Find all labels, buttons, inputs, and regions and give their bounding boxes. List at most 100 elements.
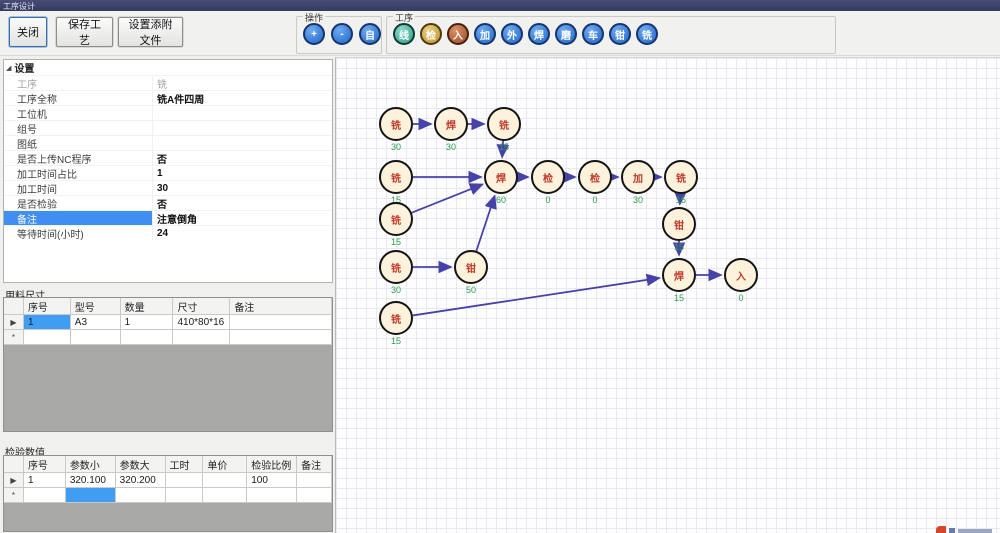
column-header-3[interactable]: 尺寸 [173, 298, 230, 315]
property-row-0[interactable]: 工序铣 [4, 75, 332, 90]
table-cell-empty[interactable] [24, 330, 71, 345]
table-cell-empty[interactable] [247, 488, 297, 503]
process-node-n4[interactable]: 铣 [379, 160, 413, 194]
process-node-n3[interactable]: 铣 [487, 107, 521, 141]
table-cell[interactable]: 1 [24, 473, 66, 488]
property-row-9[interactable]: 备注注意倒角 [4, 210, 332, 225]
table-cell[interactable] [166, 473, 204, 488]
property-row-2[interactable]: 工位机 [4, 105, 332, 120]
table-cell[interactable]: 1 [121, 315, 174, 330]
column-header-0[interactable]: 序号 [24, 298, 71, 315]
property-value[interactable]: 铣 [152, 76, 332, 90]
property-value[interactable]: 24 [152, 226, 332, 240]
table-cell[interactable]: 100 [247, 473, 297, 488]
property-row-4[interactable]: 图纸 [4, 135, 332, 150]
proc-btn-turn[interactable]: 车 [582, 23, 604, 45]
table-cell[interactable] [203, 473, 247, 488]
column-header-4[interactable]: 单价 [203, 456, 247, 473]
table-cell-empty[interactable] [203, 488, 247, 503]
process-node-n7[interactable]: 检 [578, 160, 612, 194]
process-node-n9[interactable]: 铣 [664, 160, 698, 194]
proc-btn-auto[interactable]: 自 [359, 23, 381, 45]
property-row-1[interactable]: 工序全称铣A件四周 [4, 90, 332, 105]
table-cell[interactable]: 320.100 [66, 473, 116, 488]
column-header-0[interactable]: 序号 [24, 456, 66, 473]
process-node-n16[interactable]: 铣 [379, 301, 413, 335]
table-cell[interactable]: A3 [71, 315, 121, 330]
process-flow-canvas[interactable]: 铣30焊30铣15铣15焊60检0检0加30铣15铣15钳15铣30钳50焊15… [335, 57, 1000, 533]
property-value[interactable] [152, 106, 332, 120]
column-header-1[interactable]: 型号 [71, 298, 121, 315]
table-cell[interactable] [297, 473, 332, 488]
process-node-time: 15 [659, 293, 699, 303]
proc-btn-add[interactable]: + [303, 23, 325, 45]
process-node-n6[interactable]: 检 [531, 160, 565, 194]
table-cell-empty[interactable] [66, 488, 116, 503]
property-row-3[interactable]: 组号 [4, 120, 332, 135]
table-cell[interactable]: 1 [24, 315, 71, 330]
proc-btn-storage[interactable]: 入 [447, 23, 469, 45]
set-attachment-button[interactable]: 设置添附文件 [118, 17, 183, 47]
table-cell-empty[interactable] [71, 330, 121, 345]
proc-btn-machining[interactable]: 加 [474, 23, 496, 45]
property-row-7[interactable]: 加工时间30 [4, 180, 332, 195]
process-node-n10[interactable]: 铣 [379, 202, 413, 236]
new-row[interactable]: * [4, 330, 332, 345]
proc-btn-mill[interactable]: 铣 [636, 23, 658, 45]
process-node-n13[interactable]: 钳 [454, 250, 488, 284]
table-row[interactable]: ▶1A31410*80*16 [4, 315, 332, 330]
process-node-n15[interactable]: 入 [724, 258, 758, 292]
save-process-button[interactable]: 保存工艺 [56, 17, 113, 47]
property-value[interactable]: 否 [152, 151, 332, 165]
window-titlebar[interactable]: 工序设计 [0, 0, 1000, 11]
collapse-triangle-icon[interactable]: ◢ [6, 64, 11, 72]
proc-btn-outsource[interactable]: 外 [501, 23, 523, 45]
table-cell[interactable] [230, 315, 332, 330]
property-value[interactable]: 注意倒角 [152, 211, 332, 225]
property-value[interactable]: 铣A件四周 [152, 91, 332, 105]
proc-btn-grind[interactable]: 磨 [555, 23, 577, 45]
column-header-5[interactable]: 检验比例 [247, 456, 297, 473]
table-cell-empty[interactable] [24, 488, 66, 503]
property-row-5[interactable]: 是否上传NC程序否 [4, 150, 332, 165]
table-cell[interactable]: 320.200 [116, 473, 166, 488]
new-row[interactable]: * [4, 488, 332, 503]
property-label: 加工时间占比 [4, 166, 152, 180]
property-value[interactable]: 30 [152, 181, 332, 195]
process-node-n1[interactable]: 铣 [379, 107, 413, 141]
proc-btn-wire[interactable]: 线 [393, 23, 415, 45]
process-node-n5[interactable]: 焊 [484, 160, 518, 194]
column-header-2[interactable]: 参数大 [116, 456, 166, 473]
proc-btn-fitter[interactable]: 钳 [609, 23, 631, 45]
property-value[interactable]: 1 [152, 166, 332, 180]
column-header-6[interactable]: 备注 [297, 456, 332, 473]
column-header-3[interactable]: 工时 [166, 456, 204, 473]
table-cell-empty[interactable] [297, 488, 332, 503]
process-node-n11[interactable]: 钳 [662, 207, 696, 241]
process-node-n12[interactable]: 铣 [379, 250, 413, 284]
table-cell-empty[interactable] [116, 488, 166, 503]
proc-btn-inspect[interactable]: 检 [420, 23, 442, 45]
property-value[interactable] [152, 121, 332, 135]
proc-btn-weld[interactable]: 焊 [528, 23, 550, 45]
table-cell-empty[interactable] [121, 330, 174, 345]
table-cell-empty[interactable] [230, 330, 332, 345]
property-row-6[interactable]: 加工时间占比1 [4, 165, 332, 180]
property-value[interactable]: 否 [152, 196, 332, 210]
table-cell-empty[interactable] [166, 488, 204, 503]
column-header-1[interactable]: 参数小 [66, 456, 116, 473]
table-row[interactable]: ▶1320.100320.200100 [4, 473, 332, 488]
proc-btn-remove[interactable]: - [331, 23, 353, 45]
property-row-8[interactable]: 是否检验否 [4, 195, 332, 210]
property-row-10[interactable]: 等待时间(小时)24 [4, 225, 332, 240]
process-node-n14[interactable]: 焊 [662, 258, 696, 292]
column-header-4[interactable]: 备注 [230, 298, 332, 315]
column-header-2[interactable]: 数量 [121, 298, 174, 315]
process-node-n8[interactable]: 加 [621, 160, 655, 194]
close-button[interactable]: 关闭 [9, 17, 47, 47]
table-cell[interactable]: 410*80*16 [173, 315, 230, 330]
table-cell-empty[interactable] [173, 330, 230, 345]
settings-category-header[interactable]: ◢ 设置 [4, 60, 332, 75]
property-value[interactable] [152, 136, 332, 150]
process-node-n2[interactable]: 焊 [434, 107, 468, 141]
